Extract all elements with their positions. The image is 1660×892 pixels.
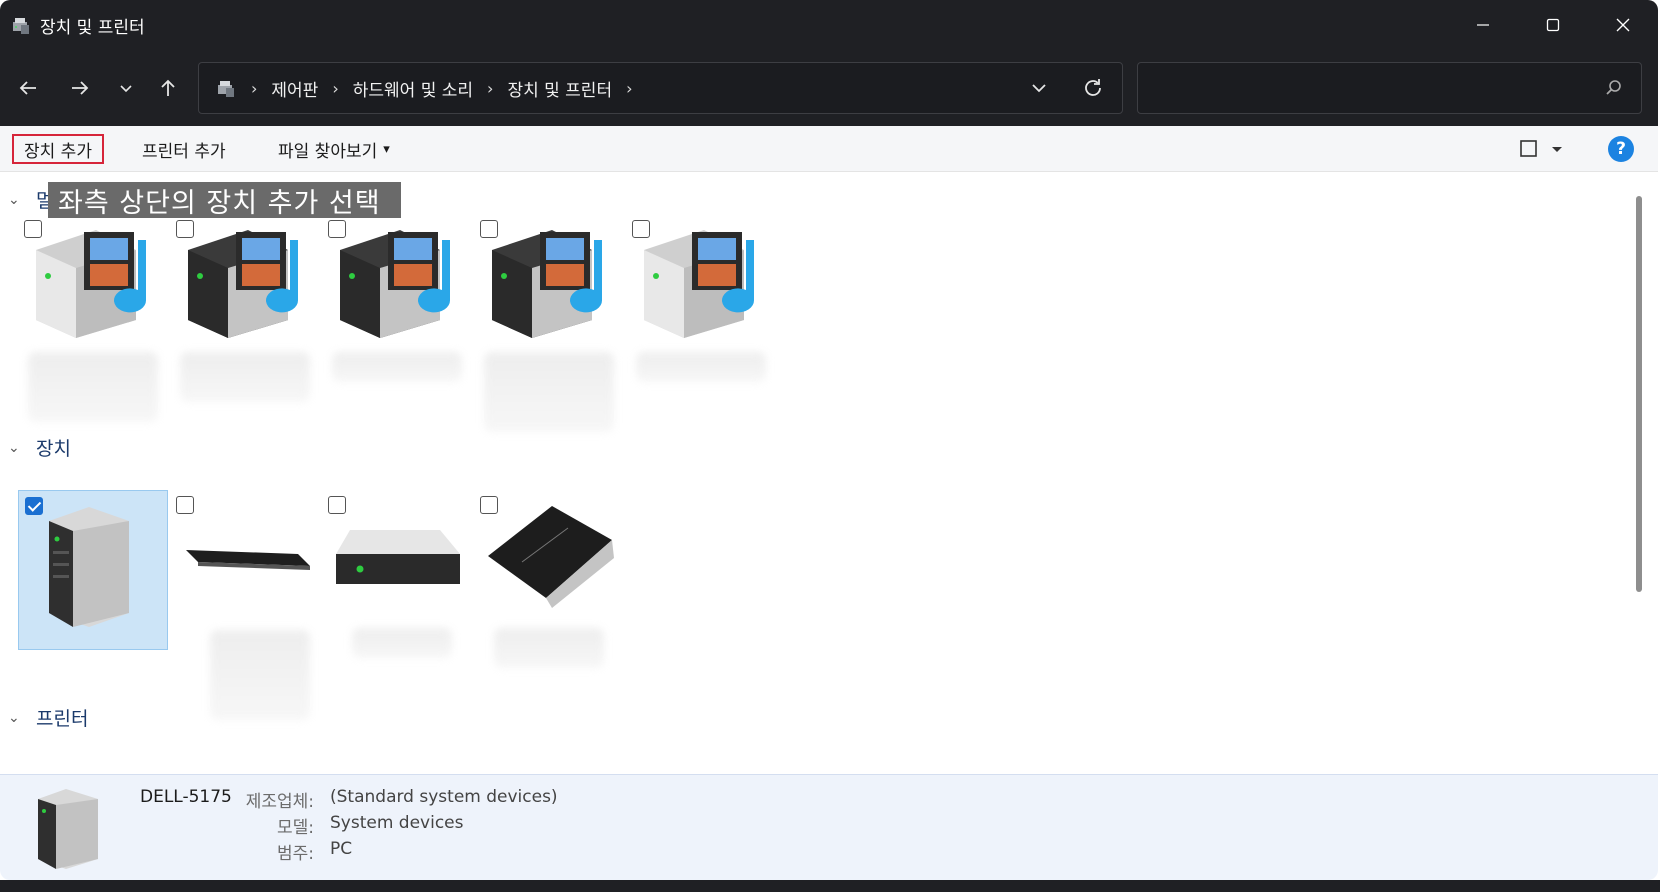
maximize-button[interactable] <box>1518 0 1588 50</box>
detail-device-name: DELL-5175 <box>140 787 232 807</box>
devices-printers-icon <box>218 81 234 97</box>
media-device-icon <box>340 230 451 338</box>
address-bar: › 제어판 › 하드웨어 및 소리 › 장치 및 프린터 › <box>0 50 1658 126</box>
title-bar: 장치 및 프린터 <box>0 0 1658 50</box>
detail-manufacturer-value: (Standard system devices) <box>330 787 558 807</box>
media-device-tile[interactable] <box>18 214 168 464</box>
device-name-blurred <box>494 628 604 668</box>
up-button[interactable] <box>150 70 186 106</box>
chevron-down-icon <box>1032 84 1046 93</box>
browse-files-label: 파일 찾아보기 <box>278 141 378 162</box>
group-header-printers[interactable]: ⌄ 프린터 <box>8 704 88 731</box>
mouse-icon <box>488 506 614 608</box>
device-name-blurred <box>180 352 310 402</box>
chevron-down-icon <box>120 85 132 93</box>
add-device-label: 장치 추가 <box>24 141 92 162</box>
help-icon: ? <box>1616 139 1626 159</box>
keyboard-icon <box>186 550 310 570</box>
breadcrumb-control-panel[interactable]: 제어판 <box>271 76 318 101</box>
back-button[interactable] <box>10 70 46 106</box>
arrow-left-icon <box>19 81 36 95</box>
tile-checkbox[interactable] <box>176 496 194 514</box>
breadcrumb-separator: › <box>626 78 633 98</box>
device-list: ⌄ 멀 ⌄ 장치 ⌄ 프린터 <box>0 172 1630 774</box>
media-device-icon <box>492 230 603 338</box>
help-button[interactable]: ? <box>1608 136 1634 162</box>
devices-printers-window: 장치 및 프린터 › 제어판 › 하드웨어 및 소리 › 장치 및 프린터 › … <box>0 0 1658 880</box>
chevron-down-icon: ⌄ <box>8 709 20 726</box>
device-name-blurred <box>210 630 310 720</box>
media-device-tile[interactable] <box>626 214 776 464</box>
detail-category-value: PC <box>330 839 353 859</box>
window-title: 장치 및 프린터 <box>40 17 145 38</box>
device-name-blurred <box>352 628 452 658</box>
detail-model-label: 모델: <box>276 818 314 838</box>
detail-category-label: 범주: <box>276 844 314 864</box>
devices-printers-icon <box>13 18 29 34</box>
refresh-icon <box>1085 79 1101 96</box>
search-icon <box>1606 80 1621 95</box>
minimize-icon <box>1477 24 1489 26</box>
device-name-blurred <box>484 352 614 432</box>
caption-text: 좌측 상단의 장치 추가 선택 <box>58 187 381 219</box>
detail-manufacturer-label: 제조업체: <box>245 792 314 812</box>
device-tile-keyboard[interactable] <box>170 490 320 740</box>
close-button[interactable] <box>1588 0 1658 50</box>
recent-locations-button[interactable] <box>108 70 144 106</box>
detail-model-value: System devices <box>330 813 464 833</box>
device-tile-drive[interactable] <box>322 490 472 740</box>
refresh-button[interactable] <box>1080 75 1106 106</box>
breadcrumb-devices-printers[interactable]: 장치 및 프린터 <box>507 76 612 101</box>
tutorial-caption: 좌측 상단의 장치 추가 선택 <box>48 182 401 219</box>
arrow-right-icon <box>72 81 89 95</box>
device-name-blurred <box>332 352 462 382</box>
add-device-button[interactable]: 장치 추가 <box>12 134 104 164</box>
media-device-icon <box>644 230 755 338</box>
breadcrumb[interactable]: › 제어판 › 하드웨어 및 소리 › 장치 및 프린터 › <box>198 62 1123 114</box>
breadcrumb-separator: › <box>332 78 339 98</box>
arrow-up-icon <box>161 79 175 96</box>
group-header-devices[interactable]: ⌄ 장치 <box>8 434 71 461</box>
device-tile-pc[interactable] <box>18 490 168 650</box>
breadcrumb-hardware-sound[interactable]: 하드웨어 및 소리 <box>353 76 473 101</box>
external-drive-icon <box>336 530 460 584</box>
forward-button[interactable] <box>62 70 98 106</box>
media-device-tile[interactable] <box>474 214 624 464</box>
close-icon <box>1616 18 1630 32</box>
address-history-button[interactable] <box>1026 75 1052 106</box>
group-label: 장치 <box>36 438 71 460</box>
view-options-icon <box>1520 140 1562 157</box>
media-device-tile[interactable] <box>170 214 320 464</box>
command-bar: 장치 추가 프린터 추가 파일 찾아보기 ▾ ? <box>0 126 1658 172</box>
media-device-icon <box>188 230 299 338</box>
add-printer-button[interactable]: 프린터 추가 <box>142 134 226 164</box>
group-label: 프린터 <box>36 708 89 730</box>
device-tile-mouse[interactable] <box>474 490 624 740</box>
maximize-icon <box>1546 18 1560 32</box>
tile-checkbox[interactable] <box>328 496 346 514</box>
add-printer-label: 프린터 추가 <box>142 141 226 162</box>
chevron-down-icon: ⌄ <box>8 439 20 456</box>
vertical-scrollbar[interactable] <box>1636 196 1642 592</box>
group-header-multimedia[interactable]: ⌄ 멀 <box>8 186 53 213</box>
computer-tower-icon <box>38 789 98 869</box>
computer-tower-icon <box>49 507 129 627</box>
browse-files-button[interactable]: 파일 찾아보기 ▾ <box>278 134 390 164</box>
dropdown-arrow-icon: ▾ <box>383 141 390 157</box>
search-input[interactable] <box>1137 62 1642 114</box>
chevron-down-icon: ⌄ <box>8 191 20 208</box>
device-name-blurred <box>28 352 158 422</box>
device-name-blurred <box>636 352 766 382</box>
minimize-button[interactable] <box>1448 0 1518 50</box>
breadcrumb-separator: › <box>487 78 494 98</box>
details-pane: DELL-5175 제조업체: (Standard system devices… <box>0 774 1658 880</box>
media-device-icon <box>36 230 147 338</box>
breadcrumb-separator: › <box>251 78 258 98</box>
change-view-button[interactable] <box>1518 138 1568 164</box>
window-bottom-edge <box>0 880 1660 892</box>
media-device-tile[interactable] <box>322 214 472 464</box>
